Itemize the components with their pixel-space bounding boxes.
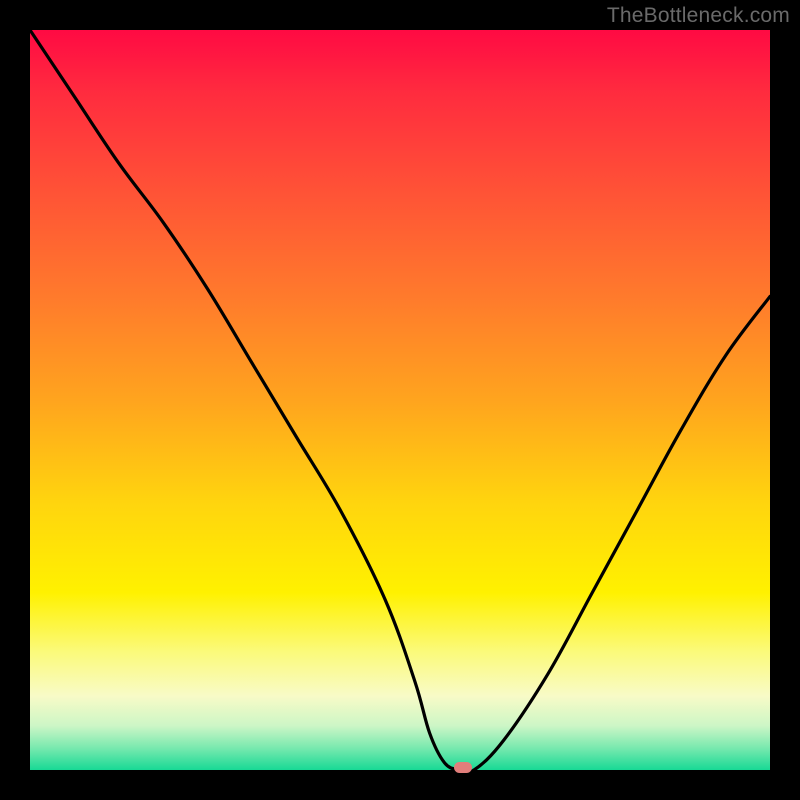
plot-area bbox=[30, 30, 770, 770]
minimum-marker bbox=[454, 762, 472, 773]
watermark-text: TheBottleneck.com bbox=[607, 4, 790, 28]
chart-frame: TheBottleneck.com bbox=[0, 0, 800, 800]
bottleneck-curve bbox=[30, 30, 770, 770]
